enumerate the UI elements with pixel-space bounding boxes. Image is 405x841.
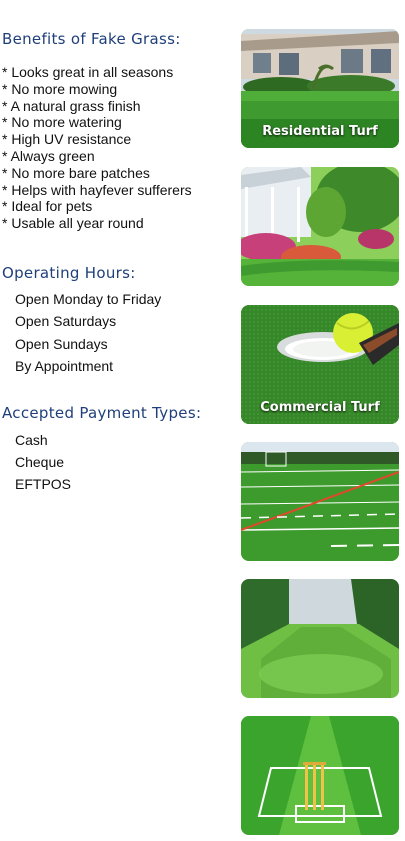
benefit-item: * Always green: [2, 147, 95, 164]
benefits-list: * Looks great in all seasons * No more m…: [2, 64, 192, 232]
payment-item: Cheque: [15, 454, 65, 470]
cricket-pitch-image[interactable]: [241, 716, 399, 835]
benefit-item: * Ideal for pets: [2, 198, 93, 215]
payment-item: EFTPOS: [15, 476, 72, 492]
payment-types-list: Cash Cheque EFTPOS: [15, 429, 71, 495]
golf-fairway-illustration: [241, 579, 399, 698]
operating-hours-heading: Operating Hours:: [2, 264, 136, 282]
benefit-item: * Looks great in all seasons: [2, 64, 174, 80]
payment-item: Cash: [15, 432, 48, 448]
golf-fairway-image[interactable]: [241, 579, 399, 698]
sports-field-illustration: [241, 442, 399, 561]
operating-hours-list: Open Monday to Friday Open Saturdays Ope…: [15, 288, 161, 377]
benefit-item: * High UV resistance: [2, 131, 132, 148]
commercial-turf-image[interactable]: Commercial Turf: [241, 305, 399, 424]
benefit-item: * A natural grass finish: [2, 97, 141, 114]
benefit-item: * No more watering: [2, 114, 122, 131]
residential-turf-image[interactable]: Residential Turf: [241, 29, 399, 148]
garden-illustration: [241, 167, 399, 286]
benefit-item: * No more mowing: [2, 80, 118, 97]
payment-types-heading: Accepted Payment Types:: [2, 404, 202, 422]
hours-item: Open Monday to Friday: [15, 291, 162, 307]
commercial-turf-caption: Commercial Turf: [260, 400, 380, 415]
benefit-item: * Usable all year round: [2, 215, 144, 232]
benefit-item: * No more bare patches: [2, 164, 150, 181]
cricket-pitch-illustration: [241, 716, 399, 835]
residential-turf-caption: Residential Turf: [262, 124, 378, 139]
hours-item: Open Sundays: [15, 335, 108, 352]
hours-item: By Appointment: [15, 357, 114, 374]
benefit-item: * Helps with hayfever sufferers: [2, 181, 192, 198]
garden-turf-image[interactable]: [241, 167, 399, 286]
hours-item: Open Saturdays: [15, 313, 117, 330]
sports-field-image[interactable]: [241, 442, 399, 561]
benefits-heading: Benefits of Fake Grass:: [2, 30, 181, 48]
